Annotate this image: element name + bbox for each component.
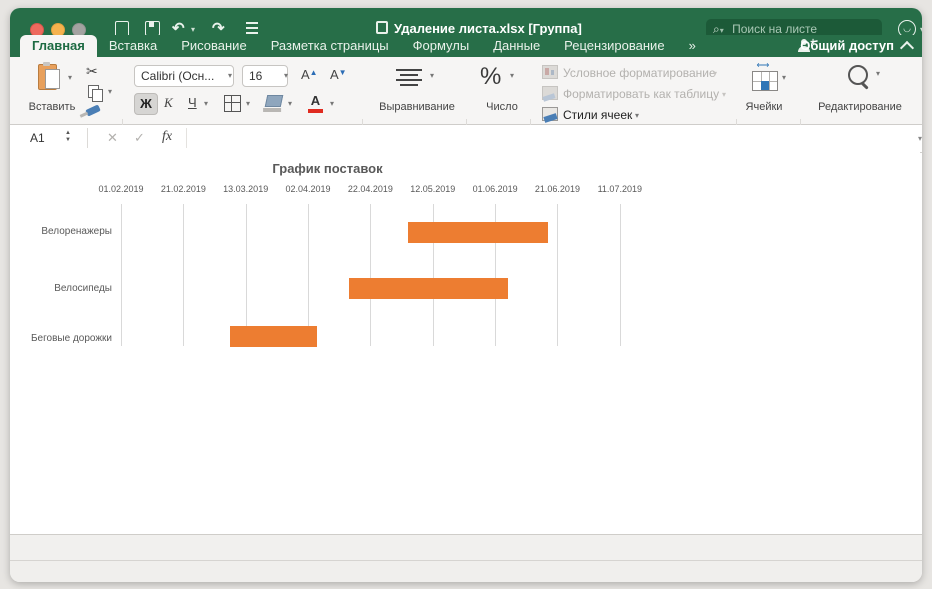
underline-dropdown-icon[interactable]: ▾: [204, 99, 208, 108]
worksheet-grid: ABCDEFGHI12345678910111213141516171819Да…: [10, 152, 922, 534]
ribbon-tab-3[interactable]: Рисование: [169, 35, 258, 57]
cells-resize-arrows-icon: ⟷: [752, 63, 774, 68]
cut-icon[interactable]: ✂: [86, 63, 98, 80]
italic-button[interactable]: К: [164, 95, 173, 111]
cells-dropdown-icon[interactable]: ▾: [782, 73, 786, 82]
cancel-entry-icon[interactable]: ✕: [107, 130, 118, 146]
conditional-formatting-icon: [542, 65, 558, 79]
font-name-dropdown-icon[interactable]: ▾: [228, 71, 232, 80]
sheet-tab-bar: microexcel.ru (1)microexcel.ru (2)microe…: [10, 534, 922, 561]
ribbon-tab-6[interactable]: Данные: [481, 35, 552, 57]
format-painter-icon[interactable]: [85, 104, 101, 116]
alignment-group-label[interactable]: Выравнивание: [376, 101, 458, 113]
screenshot-root: ↶ ▾ ↷ Удаление листа.xlsx [Группа] ⌕▾ По…: [0, 0, 932, 589]
font-color-button[interactable]: А: [308, 93, 323, 108]
format-as-table-icon: [542, 86, 558, 100]
font-color-dropdown-icon[interactable]: ▾: [330, 99, 334, 108]
borders-icon[interactable]: [224, 95, 241, 112]
editing-group-label[interactable]: Редактирование: [810, 101, 910, 113]
paste-dropdown-icon[interactable]: ▾: [68, 73, 72, 82]
font-name-select[interactable]: Calibri (Осн...: [134, 65, 234, 87]
paste-button-label[interactable]: Вставить: [24, 101, 80, 113]
number-group-label[interactable]: Число: [462, 101, 542, 113]
borders-dropdown-icon[interactable]: ▾: [246, 99, 250, 108]
excel-document-icon: [376, 21, 388, 34]
number-dropdown-icon[interactable]: ▾: [510, 71, 514, 80]
undo-dropdown-icon[interactable]: ▾: [191, 25, 195, 34]
formula-bar: A1 ▲▼ ✕ ✓ fx ▾: [10, 125, 922, 153]
fill-color-dropdown-icon[interactable]: ▾: [288, 99, 292, 108]
name-box[interactable]: A1: [20, 125, 95, 151]
grow-font-button[interactable]: A▲: [301, 67, 318, 82]
font-color-red-bar: [308, 109, 323, 113]
search-dropdown-icon: ▾: [720, 26, 724, 35]
cells-icon[interactable]: [752, 71, 778, 91]
ribbon-tab-7[interactable]: Рецензирование: [552, 35, 676, 57]
bold-button[interactable]: Ж: [134, 93, 158, 115]
ribbon-tab-bar: ГлавнаяВставкаРисованиеРазметка страницы…: [10, 35, 922, 57]
ribbon-tab-2[interactable]: Вставка: [97, 35, 169, 57]
search-placeholder: Поиск на листе: [732, 22, 817, 36]
confirm-entry-icon[interactable]: ✓: [134, 130, 145, 146]
conditional-formatting-button: Условное форматирование: [563, 66, 716, 80]
formula-bar-expand-icon[interactable]: ▾: [918, 134, 922, 143]
formula-input[interactable]: [190, 125, 910, 151]
conditional-formatting-dropdown-icon: ▾: [713, 69, 717, 78]
paste-clipboard-icon[interactable]: [38, 62, 62, 92]
sheet-background: [10, 152, 920, 534]
ribbon: ▾ Вставить ✂ ▾ Calibri (Осн... ▾ 16 ▾ A▲…: [10, 57, 922, 125]
alignment-icon[interactable]: [396, 69, 422, 85]
ribbon-tab-5[interactable]: Формулы: [401, 35, 482, 57]
cell-styles-dropdown-icon[interactable]: ▾: [635, 111, 639, 120]
feedback-dropdown-icon[interactable]: ▾: [920, 25, 922, 34]
quick-access-menu-icon[interactable]: [246, 22, 258, 24]
status-bar: Среднее: 21796,5 Количество: 17 Сумма: 2…: [10, 560, 922, 582]
editing-dropdown-icon[interactable]: ▾: [876, 69, 880, 78]
share-button[interactable]: Общий доступ: [800, 35, 894, 57]
alignment-dropdown-icon[interactable]: ▾: [430, 71, 434, 80]
shrink-font-button[interactable]: A▼: [330, 67, 347, 82]
ribbon-tab-1[interactable]: Главная: [20, 35, 97, 57]
name-box-spinner[interactable]: ▲▼: [65, 130, 71, 144]
title-bar: ↶ ▾ ↷ Удаление листа.xlsx [Группа] ⌕▾ По…: [10, 8, 922, 35]
cells-group-label[interactable]: Ячейки: [740, 101, 788, 113]
ribbon-tab-4[interactable]: Разметка страницы: [259, 35, 401, 57]
save-icon[interactable]: [145, 21, 160, 36]
cell-styles-icon[interactable]: [542, 107, 558, 121]
cell-styles-button[interactable]: Стили ячеек: [563, 108, 632, 122]
copy-icon[interactable]: [88, 85, 99, 98]
search-icon: ⌕: [713, 22, 720, 36]
editing-search-icon[interactable]: [848, 65, 868, 85]
ribbon-tab-8[interactable]: »: [677, 35, 708, 57]
number-format-icon[interactable]: %: [480, 63, 501, 91]
window-title: Удаление листа.xlsx [Группа]: [394, 21, 582, 36]
format-as-table-button: Форматировать как таблицу: [563, 87, 719, 101]
format-as-table-dropdown-icon: ▾: [722, 90, 726, 99]
font-size-select[interactable]: 16: [242, 65, 288, 87]
underline-button[interactable]: Ч: [188, 95, 197, 110]
insert-function-icon[interactable]: fx: [162, 129, 172, 145]
font-size-dropdown-icon[interactable]: ▾: [284, 71, 288, 80]
copy-dropdown-icon[interactable]: ▾: [108, 87, 112, 96]
excel-window: ↶ ▾ ↷ Удаление листа.xlsx [Группа] ⌕▾ По…: [10, 8, 922, 582]
fill-color-icon[interactable]: [265, 95, 284, 107]
